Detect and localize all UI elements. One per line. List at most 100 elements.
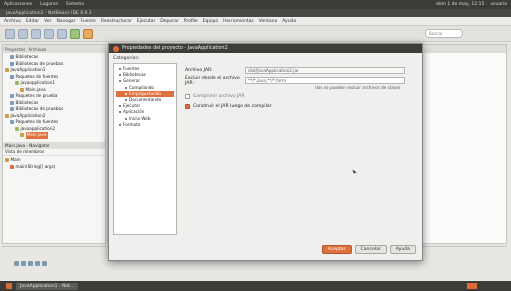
category-label: Ejecutar [123,103,141,109]
bullet-icon [119,68,121,70]
menu-item[interactable]: Reestructurar [101,19,132,24]
compress-jar-checkbox[interactable] [185,93,190,99]
tasks-icon[interactable] [21,261,26,266]
menu-item[interactable]: Ventana [259,19,277,24]
menu-item[interactable]: Fuente [81,19,96,24]
mouse-cursor [352,168,357,174]
menu-item[interactable]: Equipo [203,19,218,24]
projects-panel: Proyectos Archivos Bibliotecas Bibliotecas… [2,44,106,244]
bullet-icon [119,80,121,83]
category-label: Compilando [129,84,154,90]
menu-item[interactable]: Herramientas [223,19,254,24]
ok-button[interactable]: Aceptar [321,245,352,254]
menu-item[interactable]: Profile [184,19,198,24]
navigator-item-label: main(String[] args) [15,163,56,169]
exclude-field[interactable]: **/*.java,**/*.form [245,77,405,84]
build-jar-label: Construir el JAR luego de compilar [193,103,272,109]
window-title: JavaApplication1 - NetBeans IDE 6.9.1 [6,10,92,16]
os-menu-item[interactable]: Aplicaciones [4,2,32,7]
project-properties-dialog: Propiedades del proyecto - JavaApplicati… [108,43,423,261]
open-project-icon[interactable] [18,28,28,39]
taskbar: JavaApplication1 - Net... [0,281,511,291]
categories-tree: Fuentes Bibliotecas Generar Compilando Empaq… [113,63,177,235]
cancel-button[interactable]: Cancelar [354,245,387,254]
show-desktop-icon[interactable] [6,283,12,289]
category-label: Fuentes [123,66,140,71]
category-item[interactable]: Formato [116,122,174,128]
jar-file-label: Archivo JAR: [185,68,213,73]
menu-item[interactable]: Depurar [160,19,178,24]
window-title-bar: JavaApplication1 - NetBeans IDE 6.9.1 [0,9,511,17]
bullet-icon [125,117,127,120]
menu-item[interactable]: Editar [26,19,39,24]
usages-icon[interactable] [35,261,40,266]
node-icon [10,100,14,105]
panel-tab[interactable]: Proyectos [5,47,25,52]
help-button[interactable]: Ayuda [389,245,416,254]
category-label: Documentando [129,97,162,103]
build-jar-option[interactable]: Construir el JAR luego de compilar [185,102,417,110]
os-top-panel: Aplicaciones Lugares Sistema dom 1 de may,… [0,0,511,9]
member-icon [5,158,9,163]
redo-icon[interactable] [57,28,67,39]
navigator-item[interactable]: main(String[] args) [5,164,103,171]
exclude-hint: (los se pueden excluir archivos de clase… [315,85,401,90]
category-label: Inicio Web [129,115,151,121]
taskbar-window-button[interactable]: JavaApplication1 - Net... [16,282,79,290]
node-icon [10,55,14,60]
node-icon [10,94,14,99]
bullet-icon [119,111,121,114]
run-icon[interactable] [70,28,80,39]
node-icon [10,107,14,112]
new-project-icon[interactable] [5,28,15,39]
output-icon[interactable] [14,261,19,266]
dialog-title-bar: Propiedades del proyecto - JavaApplicati… [109,44,422,53]
user-menu[interactable]: usuario [490,2,507,7]
menu-item[interactable]: Navegar [57,19,76,24]
os-menu-item[interactable]: Lugares [40,2,58,7]
os-menu-item[interactable]: Sistema [66,2,84,7]
menu-item[interactable]: Ejecutar [137,19,156,24]
search-results-icon[interactable] [28,261,33,266]
node-icon [15,126,19,131]
tree-item-label: Main.java [25,132,48,139]
dialog-title: Propiedades del proyecto - JavaApplicati… [122,46,228,51]
dialog-buttons: Aceptar Cancelar Ayuda [321,245,416,254]
navigator-title: Main.java - Navigator [3,141,105,149]
navigator-view-selector[interactable]: Vista de miembros [3,149,105,156]
notifications-icon[interactable] [42,261,47,266]
trash-icon[interactable] [467,283,477,289]
tree-item[interactable]: Main.java [5,132,103,139]
bullet-icon [125,86,127,89]
os-menu: Aplicaciones Lugares Sistema [4,2,84,7]
categories-label: Categorías: [113,56,140,61]
panel-tab[interactable]: Archivos [28,47,46,52]
menu-item[interactable]: Ayuda [282,19,296,24]
compress-jar-option[interactable]: Comprimir archivo JAR [185,92,417,100]
category-label: Generar [123,78,141,84]
bullet-icon [119,105,121,108]
node-icon [20,133,24,138]
clock[interactable]: dom 1 de may, 12:15 [436,2,484,7]
debug-icon[interactable] [83,28,93,39]
save-all-icon[interactable] [31,28,41,39]
bullet-icon [119,74,121,77]
project-tree: Bibliotecas Bibliotecas de pruebas JavaApp… [3,53,105,140]
node-icon [15,81,19,86]
compress-jar-label: Comprimir archivo JAR [193,93,245,99]
node-icon [10,120,14,125]
menu-item[interactable]: Ver [44,19,51,24]
node-icon [20,87,24,92]
undo-icon[interactable] [44,28,54,39]
jar-file-field[interactable]: dist/JavaApplication2.jar [245,67,405,74]
menu-item[interactable]: Archivo [4,19,21,24]
close-icon[interactable] [113,45,119,52]
node-icon [5,68,9,73]
build-jar-checkbox[interactable] [185,103,190,109]
node-icon [5,113,9,118]
search-input[interactable]: Buscar [425,29,463,38]
category-label: Formato [123,121,141,127]
category-label: Empaquetando [129,90,161,96]
bottom-toolbar [14,261,47,266]
category-label: Bibliotecas [123,72,146,78]
